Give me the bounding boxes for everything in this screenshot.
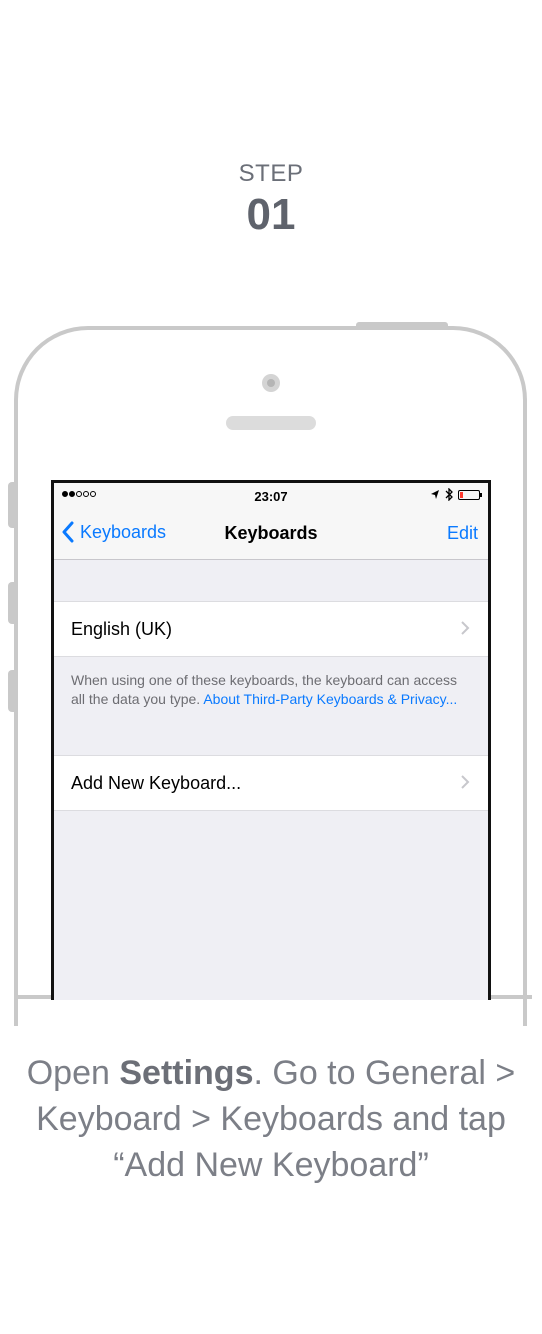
- caption-line-1: Open Settings. Go to General >: [0, 1050, 542, 1096]
- navigation-bar: Keyboards Keyboards Edit: [54, 509, 488, 560]
- battery-icon: [458, 489, 482, 500]
- page-title: Keyboards: [224, 523, 318, 543]
- keyboard-list-item-label: English (UK): [71, 619, 173, 639]
- privacy-link[interactable]: About Third-Party Keyboards & Privacy...: [203, 691, 457, 707]
- keyboard-list-item[interactable]: English (UK): [54, 601, 488, 657]
- add-new-keyboard-button[interactable]: Add New Keyboard...: [54, 755, 488, 811]
- chevron-right-icon: [461, 621, 470, 635]
- status-time: 23:07: [254, 489, 288, 504]
- speaker-grille: [226, 416, 316, 430]
- step-number: 01: [246, 190, 296, 239]
- caption-text: Open: [26, 1054, 120, 1092]
- phone-screen: 23:07 Keyboards Keyboards Edit English (…: [51, 480, 491, 1000]
- add-new-keyboard-label: Add New Keyboard...: [71, 773, 242, 793]
- caption-text: . Go to General >: [253, 1054, 516, 1092]
- status-bar: 23:07: [54, 483, 488, 509]
- location-arrow-icon: [431, 490, 439, 499]
- caption-bold-settings: Settings: [119, 1054, 254, 1092]
- chevron-right-icon: [461, 775, 470, 789]
- camera-icon: [262, 374, 280, 392]
- keyboard-privacy-note: When using one of these keyboards, the k…: [71, 671, 471, 709]
- instruction-caption: Open Settings. Go to General > Keyboard …: [0, 1050, 542, 1188]
- bluetooth-icon: [445, 488, 453, 501]
- caption-line-3: “Add New Keyboard”: [113, 1146, 429, 1184]
- edit-button[interactable]: Edit: [447, 523, 478, 544]
- step-label: STEP: [238, 160, 304, 187]
- caption-line-2: Keyboard > Keyboards and tap: [36, 1100, 506, 1138]
